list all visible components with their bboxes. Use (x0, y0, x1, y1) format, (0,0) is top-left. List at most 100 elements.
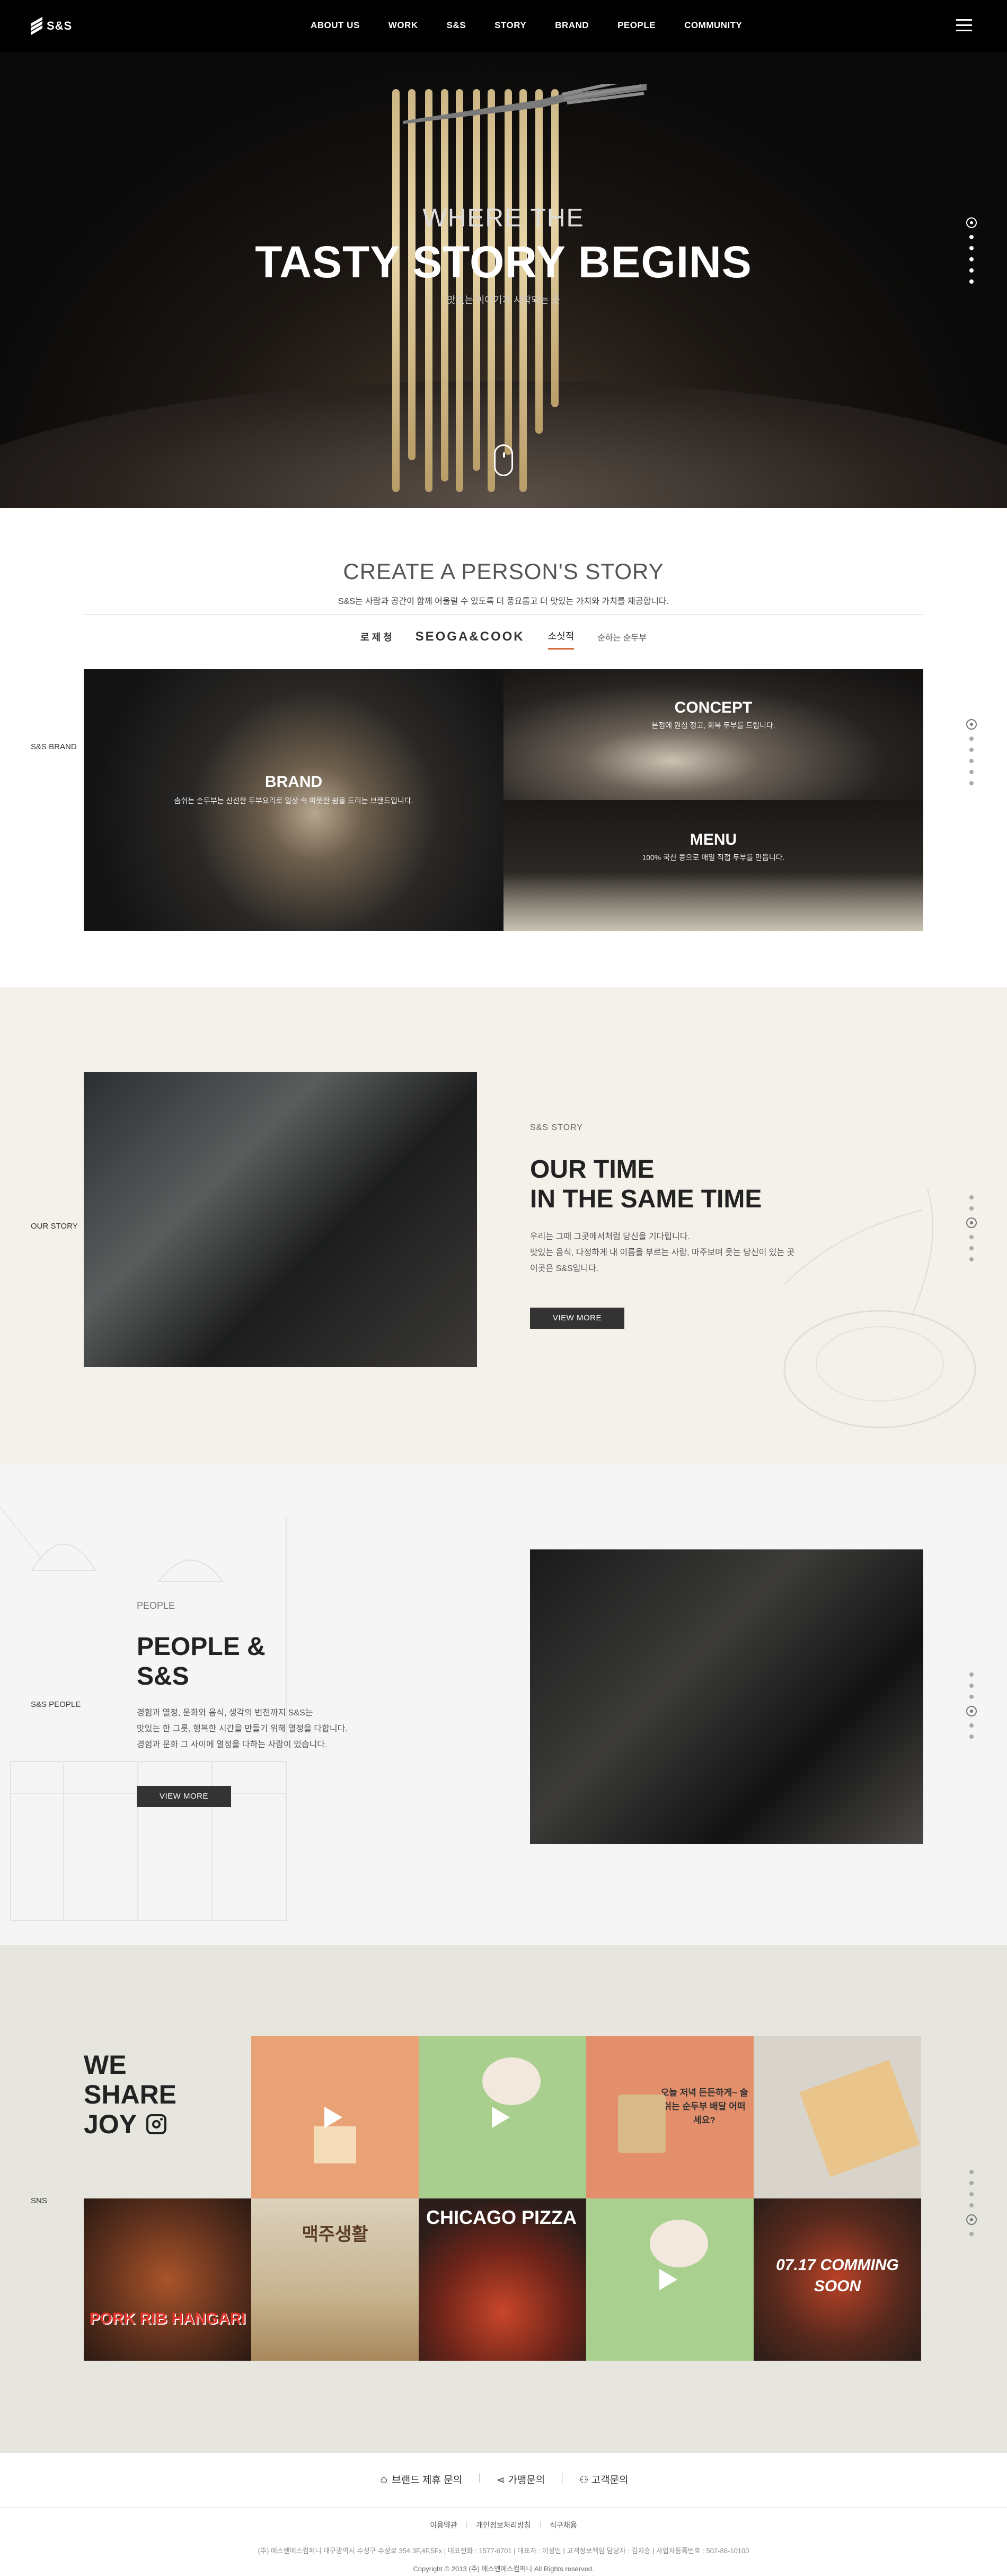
pagination-dot[interactable] (969, 1695, 974, 1699)
nav-story[interactable]: STORY (494, 20, 526, 31)
separator: | (465, 2520, 468, 2528)
pagination-dot[interactable] (969, 235, 974, 239)
footer (0, 2453, 1007, 2576)
people-body: 경험과 열정, 문화와 음식, 생각의 번전까지 S&S는 맛있는 한 그릇, … (137, 1705, 391, 1753)
pagination-dot-active[interactable] (966, 1706, 977, 1716)
people-view-more-button[interactable]: VIEW MORE (137, 1786, 231, 1807)
franchise-link[interactable]: ⋖ 가맹문의 (497, 2472, 545, 2486)
brand-partnership-link[interactable]: ☺ 브랜드 제휴 문의 (379, 2472, 463, 2486)
tab-seoga-cook[interactable]: SEOGA&COOK (416, 629, 525, 650)
story-body-line: 우리는 그때 그곳에서처럼 당신을 기다립니다. (530, 1232, 690, 1241)
pagination-dot[interactable] (969, 1723, 974, 1728)
pagination-dot[interactable] (969, 1672, 974, 1677)
pagination-dot[interactable] (969, 2181, 974, 2185)
customer-inquiry-link[interactable]: ⚇ 고객문의 (579, 2472, 628, 2486)
pagination-dot-active[interactable] (966, 1217, 977, 1228)
pagination-dot[interactable] (969, 1257, 974, 1261)
concept-tile[interactable]: CONCEPT 본점에 원심 정고, 회복 두부를 드립니다. (504, 669, 923, 800)
instagram-post[interactable]: 맥주생활 (251, 2198, 419, 2361)
pagination-dot[interactable] (969, 279, 974, 284)
pagination-dot[interactable] (969, 2170, 974, 2174)
pagination-dot[interactable] (969, 1246, 974, 1250)
scroll-mouse-icon[interactable] (494, 444, 513, 476)
pagination-dot[interactable] (969, 2232, 974, 2236)
nav-about-us[interactable]: ABOUT US (311, 20, 360, 31)
play-icon (492, 2107, 510, 2128)
pagination-dot[interactable] (969, 257, 974, 261)
footer-link-label: 브랜드 제휴 문의 (392, 2475, 463, 2486)
instagram-post[interactable] (419, 2036, 586, 2198)
hero-pagination (966, 217, 977, 284)
pagination-dot[interactable] (969, 759, 974, 763)
instagram-post[interactable]: 07.17 COMMING SOON (754, 2198, 921, 2361)
play-icon (659, 2269, 677, 2290)
brand-grid: BRAND 솜쉬는 손두부는 신선한 두부요리로 일상 속 따뜻한 쉼을 드리는… (84, 669, 923, 931)
pagination-dot[interactable] (969, 1235, 974, 1239)
pagination-dot[interactable] (969, 1206, 974, 1211)
story-section: S&S STORY OUR TIME IN THE SAME TIME 우리는 … (0, 987, 1007, 1465)
people-body-line: 경험과 열정, 문화와 음식, 생각의 번전까지 S&S는 (137, 1708, 313, 1718)
story-title-line: IN THE SAME TIME (530, 1185, 762, 1213)
nav-work[interactable]: WORK (388, 20, 418, 31)
story-tag: S&S STORY (530, 1123, 583, 1132)
story-view-more-button[interactable]: VIEW MORE (530, 1308, 624, 1329)
footer-contact-links: ☺ 브랜드 제휴 문의 | ⋖ 가맹문의 | ⚇ 고객문의 (0, 2472, 1007, 2486)
instagram-post[interactable]: 오늘 저녁 든든하게~ 술쉬는 순두부 배달 어떠세요? (586, 2036, 754, 2198)
instagram-post[interactable]: CHICAGO PIZZA (419, 2198, 586, 2361)
brand-tile[interactable]: BRAND 솜쉬는 손두부는 신선한 두부요리로 일상 속 따뜻한 쉼을 드리는… (84, 669, 504, 931)
pouring-image (482, 2057, 541, 2105)
logo-text: S&S (47, 19, 73, 32)
brand-description: S&S는 사람과 공간이 함께 어울릴 수 있도록 더 풍요롭고 더 맛있는 가… (338, 597, 669, 606)
nav-people[interactable]: PEOPLE (617, 20, 656, 31)
tab-sosijeok[interactable]: 소싯적 (547, 629, 575, 650)
nav-community[interactable]: COMMUNITY (684, 20, 742, 31)
instagram-icon[interactable] (146, 2114, 167, 2134)
pagination-dot[interactable] (969, 748, 974, 752)
story-title: OUR TIME IN THE SAME TIME (530, 1155, 762, 1214)
post-caption: 맥주생활 (302, 2224, 368, 2245)
nav-brand[interactable]: BRAND (555, 20, 589, 31)
menu-tile[interactable]: MENU 100% 국산 콩으로 매일 직접 두부를 만듭니다. (504, 800, 923, 931)
copyright: Copyright © 2013 (주) 에스앤에스컴퍼니 All Rights… (413, 2565, 594, 2573)
sns-pagination (966, 2170, 977, 2236)
instagram-post[interactable] (586, 2198, 754, 2361)
footer-divider (0, 2507, 1007, 2508)
pagination-dot[interactable] (969, 781, 974, 785)
pagination-dot[interactable] (969, 1734, 974, 1739)
hero-caption: 맛있는 이야기가 시작되는 곳 (447, 295, 560, 305)
pagination-dot-active[interactable] (966, 2214, 977, 2225)
privacy-link[interactable]: 개인정보처리방침 (476, 2520, 531, 2530)
pagination-dot-active[interactable] (966, 719, 977, 730)
separator: | (561, 2472, 564, 2483)
instagram-post[interactable] (251, 2036, 419, 2198)
tab-brand-1[interactable]: 로 제 청 (360, 630, 392, 649)
chefs-team-photo (530, 1549, 923, 1844)
logo[interactable]: S&S (31, 16, 73, 36)
people-body-line: 맛있는 한 그릇, 행복한 시간을 만들기 위해 열정을 다합니다. (137, 1724, 348, 1733)
fork-icon (403, 84, 647, 124)
nav-s-and-s[interactable]: S&S (447, 20, 466, 31)
recruit-link[interactable]: 식구채용 (550, 2520, 577, 2530)
pagination-dot[interactable] (969, 770, 974, 774)
site-header: S&S ABOUT US WORK S&S STORY BRAND PEOPLE… (0, 0, 1007, 52)
pagination-dot[interactable] (969, 1195, 974, 1199)
instagram-post[interactable]: PORK RIB HANGARI (84, 2198, 251, 2361)
people-title-line: PEOPLE & (137, 1633, 266, 1661)
terms-link[interactable]: 이용약관 (430, 2520, 457, 2530)
pagination-dot[interactable] (969, 246, 974, 250)
brand-heading: CREATE A PERSON'S STORY (343, 559, 664, 584)
brand-tile-label: BRAND (264, 773, 323, 791)
pagination-dot[interactable] (969, 737, 974, 741)
tofu-box-image (314, 2126, 356, 2163)
menu-icon[interactable] (956, 19, 972, 32)
pagination-dot[interactable] (969, 2203, 974, 2207)
people-tag: PEOPLE (137, 1600, 175, 1611)
pagination-dot-active[interactable] (966, 217, 977, 228)
tab-sundubu[interactable]: 순하는 순두부 (597, 630, 647, 649)
instagram-post[interactable] (754, 2036, 921, 2198)
pagination-dot[interactable] (969, 268, 974, 273)
footer-link-label: 고객문의 (591, 2475, 629, 2486)
smile-icon: ☺ (378, 2475, 392, 2486)
pagination-dot[interactable] (969, 2192, 974, 2196)
pagination-dot[interactable] (969, 1684, 974, 1688)
